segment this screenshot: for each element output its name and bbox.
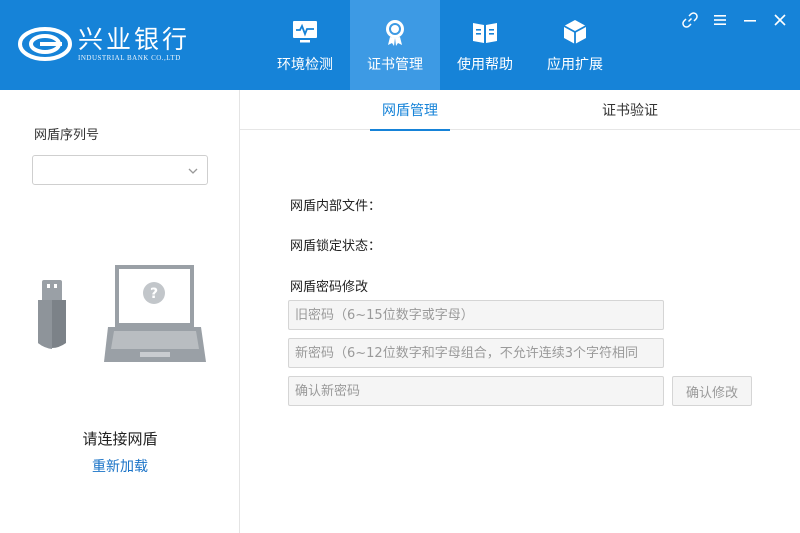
nav-label: 环境检测 xyxy=(277,57,333,73)
chevron-down-icon xyxy=(188,168,198,174)
usb-laptop-illustration: ? xyxy=(38,265,206,362)
laptop-icon: ? xyxy=(104,265,206,362)
confirm-change-button[interactable]: 确认修改 xyxy=(672,376,752,406)
serial-number-label: 网盾序列号 xyxy=(34,128,100,143)
cube-icon xyxy=(563,20,587,44)
close-button[interactable] xyxy=(770,10,790,30)
usb-key-icon xyxy=(38,280,66,349)
nav-item-app-extension[interactable]: 应用扩展 xyxy=(530,0,620,90)
nav-item-usage-help[interactable]: 使用帮助 xyxy=(440,0,530,90)
new-password-input[interactable] xyxy=(288,338,664,368)
brand-name-cn: 兴业银行 xyxy=(78,25,191,54)
password-change-heading: 网盾密码修改 xyxy=(290,280,369,295)
monitor-icon xyxy=(293,21,317,43)
brand-name-en: INDUSTRIAL BANK CO.,LTD xyxy=(78,54,181,62)
internal-file-label: 网盾内部文件： xyxy=(290,199,382,214)
connect-usb-key-message: 请连接网盾 xyxy=(82,430,158,448)
minimize-icon xyxy=(744,20,756,22)
tab-usb-key-management[interactable]: 网盾管理 xyxy=(370,90,450,131)
link-icon xyxy=(682,12,698,28)
main-nav: 环境检测 证书管理 使用帮助 应用扩展 xyxy=(260,0,620,90)
serial-number-select[interactable] xyxy=(32,155,208,185)
old-password-input[interactable] xyxy=(288,300,664,330)
link-button[interactable] xyxy=(680,10,700,30)
menu-icon xyxy=(714,15,726,25)
nav-label: 应用扩展 xyxy=(547,57,603,73)
nav-item-certificate-management[interactable]: 证书管理 xyxy=(350,0,440,90)
nav-item-environment-check[interactable]: 环境检测 xyxy=(260,0,350,90)
bank-logo-icon xyxy=(18,27,72,61)
certificate-icon xyxy=(386,20,404,46)
menu-button[interactable] xyxy=(710,10,730,30)
window-controls xyxy=(680,10,790,30)
reload-link[interactable]: 重新加载 xyxy=(0,456,240,476)
nav-label: 使用帮助 xyxy=(457,57,513,73)
minimize-button[interactable] xyxy=(740,10,760,30)
lock-status-label: 网盾锁定状态： xyxy=(290,239,382,254)
bank-logo: 兴业银行 INDUSTRIAL BANK CO.,LTD xyxy=(18,24,190,64)
usb-key-panel: 网盾序列号 ? 请连接网盾 重新加载 xyxy=(0,90,240,533)
close-icon xyxy=(774,14,786,26)
title-bar: 兴业银行 INDUSTRIAL BANK CO.,LTD 环境检测 证书管理 使… xyxy=(0,0,800,90)
svg-text:?: ? xyxy=(150,286,158,302)
book-icon xyxy=(473,23,497,43)
nav-label: 证书管理 xyxy=(367,57,423,73)
confirm-password-input[interactable] xyxy=(288,376,664,406)
tab-certificate-verification[interactable]: 证书验证 xyxy=(590,90,670,130)
tab-bar: 网盾管理 证书验证 xyxy=(240,90,800,131)
